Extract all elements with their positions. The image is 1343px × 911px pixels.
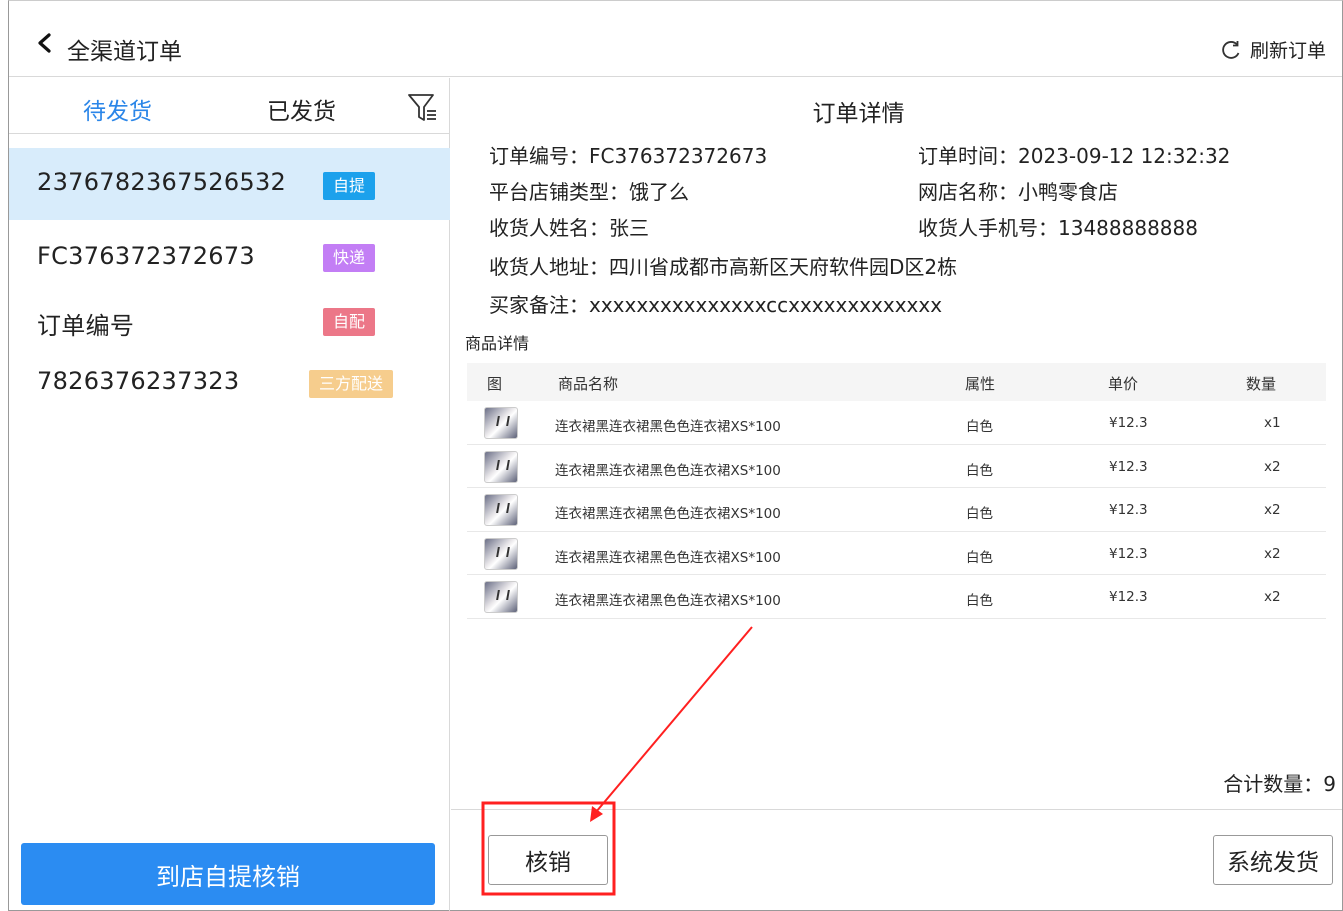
product-qty: x2 <box>1264 502 1281 518</box>
order-number: 2376782367526532 <box>37 168 287 196</box>
table-row: 连衣裙黑连衣裙黑色色连衣裙XS*100 白色 ¥12.3 x1 <box>467 401 1326 445</box>
order-type-tag: 自配 <box>323 308 376 336</box>
product-qty: x2 <box>1264 589 1281 605</box>
order-detail-panel: 订单详情 订单编号：FC376372372673 订单时间：2023-09-12… <box>451 78 1342 911</box>
verify-button[interactable]: 核销 <box>488 835 608 885</box>
table-row: 连衣裙黑连衣裙黑色色连衣裙XS*100 白色 ¥12.3 x2 <box>467 445 1326 488</box>
detail-title: 订单详情 <box>812 101 905 127</box>
product-thumbnail <box>484 494 518 526</box>
col-price-header: 单价 <box>1108 375 1139 393</box>
order-item[interactable]: 2376782367526532 自提 <box>9 148 450 220</box>
app-frame: 全渠道订单 刷新订单 待发货 已发货 2376782367526532 自提 F… <box>8 0 1343 911</box>
product-name: 连衣裙黑连衣裙黑色色连衣裙XS*100 <box>555 593 781 609</box>
table-row: 连衣裙黑连衣裙黑色色连衣裙XS*100 白色 ¥12.3 x2 <box>467 488 1326 532</box>
product-attr: 白色 <box>966 506 993 522</box>
col-qty-header: 数量 <box>1246 375 1277 393</box>
product-thumbnail <box>484 407 518 439</box>
order-type-tag: 快递 <box>323 244 376 272</box>
product-price: ¥12.3 <box>1109 415 1148 431</box>
store-pickup-verify-button[interactable]: 到店自提核销 <box>21 843 435 905</box>
tab-pending[interactable]: 待发货 <box>83 92 152 126</box>
product-attr: 白色 <box>966 462 993 479</box>
receiver-address-field: 收货人地址：四川省成都市高新区天府软件园D区2栋 <box>489 255 958 279</box>
receiver-phone-field: 收货人手机号：13488888888 <box>918 216 1198 240</box>
page-title: 全渠道订单 <box>67 39 182 65</box>
product-attr: 白色 <box>966 593 993 609</box>
filter-icon[interactable] <box>407 92 439 124</box>
order-type-tag: 三方配送 <box>309 370 394 398</box>
order-list: 2376782367526532 自提 FC376372372673 快递 订单… <box>9 148 450 412</box>
product-name: 连衣裙黑连衣裙黑色色连衣裙XS*100 <box>555 549 781 566</box>
buyer-note-field: 买家备注：xxxxxxxxxxxxxxxccxxxxxxxxxxxxx <box>489 293 943 317</box>
refresh-icon <box>1222 40 1240 59</box>
product-price: ¥12.3 <box>1109 589 1148 605</box>
product-qty: x1 <box>1264 415 1281 431</box>
col-image-header: 图 <box>487 375 503 393</box>
order-item[interactable]: 7826376237323 三方配送 <box>9 350 450 412</box>
table-header: 图 商品名称 属性 单价 数量 <box>467 363 1326 401</box>
order-item[interactable]: 订单编号 自配 <box>9 288 450 350</box>
platform-field: 平台店铺类型：饿了么 <box>489 180 689 204</box>
product-thumbnail <box>484 450 518 483</box>
system-ship-button[interactable]: 系统发货 <box>1213 835 1333 885</box>
product-qty: x2 <box>1264 545 1281 562</box>
goods-table: 图 商品名称 属性 单价 数量 连衣裙黑连衣裙黑色色连衣裙XS*100 白色 ¥… <box>467 363 1326 619</box>
goods-section-title: 商品详情 <box>465 334 530 353</box>
product-price: ¥12.3 <box>1109 545 1148 562</box>
refresh-orders-button[interactable]: 刷新订单 <box>1220 36 1326 63</box>
product-attr: 白色 <box>966 419 993 435</box>
divider <box>451 809 1342 810</box>
order-list-panel: 待发货 已发货 2376782367526532 自提 FC3763723726… <box>9 78 450 911</box>
product-thumbnail <box>484 581 518 613</box>
refresh-label: 刷新订单 <box>1249 40 1326 62</box>
tab-shipped[interactable]: 已发货 <box>267 92 336 126</box>
header: 全渠道订单 刷新订单 <box>9 1 1342 77</box>
total-quantity: 合计数量：9 <box>1223 772 1336 796</box>
receiver-name-field: 收货人姓名：张三 <box>489 216 649 240</box>
order-number: FC376372372673 <box>37 242 255 270</box>
product-name: 连衣裙黑连衣裙黑色色连衣裙XS*100 <box>555 462 781 479</box>
chevron-left-icon[interactable] <box>35 33 55 53</box>
order-item[interactable]: FC376372372673 快递 <box>9 220 450 288</box>
product-qty: x2 <box>1264 458 1281 475</box>
shop-name-field: 网店名称：小鸭零食店 <box>918 180 1118 204</box>
product-name: 连衣裙黑连衣裙黑色色连衣裙XS*100 <box>555 506 781 522</box>
order-number: 订单编号 <box>37 312 135 340</box>
order-type-tag: 自提 <box>323 172 376 200</box>
product-name: 连衣裙黑连衣裙黑色色连衣裙XS*100 <box>555 419 781 435</box>
order-time-field: 订单时间：2023-09-12 12:32:32 <box>918 144 1231 168</box>
table-row: 连衣裙黑连衣裙黑色色连衣裙XS*100 白色 ¥12.3 x2 <box>467 575 1326 619</box>
status-tabs: 待发货 已发货 <box>9 78 450 134</box>
product-price: ¥12.3 <box>1109 502 1148 518</box>
product-price: ¥12.3 <box>1109 458 1148 475</box>
product-attr: 白色 <box>966 549 993 566</box>
col-attr-header: 属性 <box>965 375 996 393</box>
table-row: 连衣裙黑连衣裙黑色色连衣裙XS*100 白色 ¥12.3 x2 <box>467 532 1326 575</box>
order-number-field: 订单编号：FC376372372673 <box>489 144 768 168</box>
order-number: 7826376237323 <box>37 367 240 395</box>
col-name-header: 商品名称 <box>558 375 619 393</box>
product-thumbnail <box>484 537 518 570</box>
